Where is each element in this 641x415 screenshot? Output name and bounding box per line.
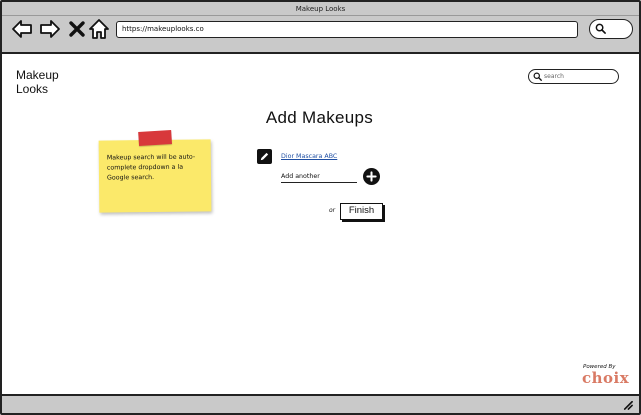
arrow-right-icon bbox=[40, 20, 60, 38]
sticky-note-text: Makeup search will be auto-complete drop… bbox=[106, 153, 196, 182]
search-icon bbox=[595, 23, 606, 34]
plus-icon bbox=[366, 171, 377, 182]
search-icon bbox=[533, 72, 542, 81]
back-button[interactable] bbox=[11, 18, 33, 40]
url-bar[interactable]: https://makeuplooks.co bbox=[116, 21, 578, 38]
page-content: Makeup Looks Add Makeups Makeup search w… bbox=[2, 56, 639, 394]
forward-button[interactable] bbox=[39, 18, 61, 40]
site-search-input[interactable] bbox=[544, 71, 614, 82]
sticky-tape bbox=[138, 129, 173, 147]
home-icon bbox=[89, 19, 109, 39]
home-button[interactable] bbox=[88, 18, 110, 40]
stop-button[interactable] bbox=[66, 18, 88, 40]
window-title: Makeup Looks bbox=[2, 2, 639, 16]
edit-makeup-button[interactable] bbox=[257, 149, 272, 164]
browser-window: Makeup Looks https://makeuplooks.co Make… bbox=[0, 0, 641, 415]
pencil-icon bbox=[260, 152, 269, 161]
makeup-item-link[interactable]: Dior Mascara ABC bbox=[281, 153, 337, 160]
site-brand[interactable]: Makeup Looks bbox=[16, 68, 76, 96]
arrow-left-icon bbox=[12, 20, 32, 38]
close-icon bbox=[69, 21, 85, 37]
finish-button[interactable]: Finish bbox=[340, 203, 383, 220]
status-bar bbox=[2, 394, 639, 413]
or-label: or bbox=[329, 207, 336, 214]
sticky-note: Makeup search will be auto-complete drop… bbox=[98, 129, 212, 213]
browser-search-field[interactable] bbox=[589, 19, 633, 39]
add-makeup-button[interactable] bbox=[363, 168, 380, 185]
add-makeup-input[interactable] bbox=[281, 171, 357, 183]
page-title: Add Makeups bbox=[265, 108, 374, 127]
choix-logo[interactable]: choix bbox=[582, 369, 629, 387]
site-search-field[interactable] bbox=[528, 69, 619, 84]
resize-grip-icon[interactable] bbox=[622, 399, 633, 410]
browser-toolbar: https://makeuplooks.co bbox=[2, 16, 639, 54]
